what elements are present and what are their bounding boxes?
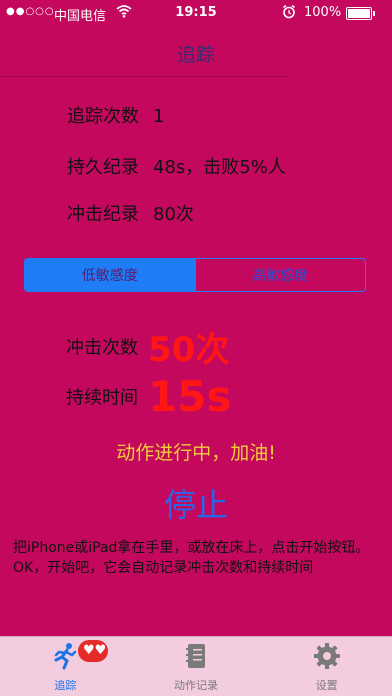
tab-bar: ♥♥ 追踪 动作记录 设置	[0, 636, 392, 696]
duration-record-value: 48s，击败5%人	[153, 157, 286, 178]
nav-divider	[0, 76, 290, 77]
runner-icon	[54, 643, 77, 670]
instructions-text: 把iPhone或iPad拿在手里，或放在床上，点击开始按钮。OK，开始吧，它会自…	[13, 540, 370, 576]
track-count-row: 追踪次数 1	[67, 102, 164, 128]
duration-value: 15s	[148, 372, 232, 421]
track-count-label: 追踪次数	[67, 106, 139, 127]
gear-icon	[313, 643, 340, 669]
tab-settings[interactable]: 设置	[261, 637, 392, 696]
tab-label-records: 动作记录	[174, 679, 218, 692]
impact-count-row: 冲击次数 50次	[66, 322, 229, 371]
high-sensitivity-segment[interactable]: 高敏感度	[194, 259, 366, 291]
notebook-icon	[186, 644, 205, 668]
tab-track[interactable]: ♥♥ 追踪	[0, 637, 131, 696]
impact-record-label: 冲击纪录	[67, 204, 139, 225]
tab-action-records[interactable]: 动作记录	[131, 637, 262, 696]
hearts-icon: ♥♥	[83, 643, 107, 658]
status-message: 动作进行中，加油!	[116, 442, 276, 464]
sensitivity-segmented-control: 低敏感度 高敏感度	[24, 258, 366, 292]
duration-row: 持续时间 15s	[66, 372, 231, 421]
notification-badge: ♥♥	[78, 640, 108, 662]
low-sensitivity-segment[interactable]: 低敏感度	[25, 259, 195, 291]
impact-record-row: 冲击纪录 80次	[67, 200, 194, 226]
stop-button[interactable]: 停止	[0, 480, 392, 526]
alarm-icon	[282, 4, 296, 23]
battery-icon	[346, 7, 375, 20]
impact-count-label: 冲击次数	[66, 337, 138, 359]
duration-label: 持续时间	[66, 387, 138, 409]
duration-record-label: 持久纪录	[67, 157, 139, 178]
duration-record-row: 持久纪录 48s，击败5%人	[67, 153, 286, 179]
impact-record-value: 80次	[153, 204, 194, 225]
impact-count-value: 50次	[148, 330, 230, 370]
tab-label-settings: 设置	[315, 679, 338, 692]
track-count-value: 1	[153, 106, 165, 127]
status-bar: ●●○○○ 中国电信 19:15 100%	[0, 0, 392, 26]
page-title: 追踪	[176, 44, 215, 66]
tab-label-track: 追踪	[54, 679, 77, 692]
battery-percentage: 100%	[304, 5, 342, 20]
